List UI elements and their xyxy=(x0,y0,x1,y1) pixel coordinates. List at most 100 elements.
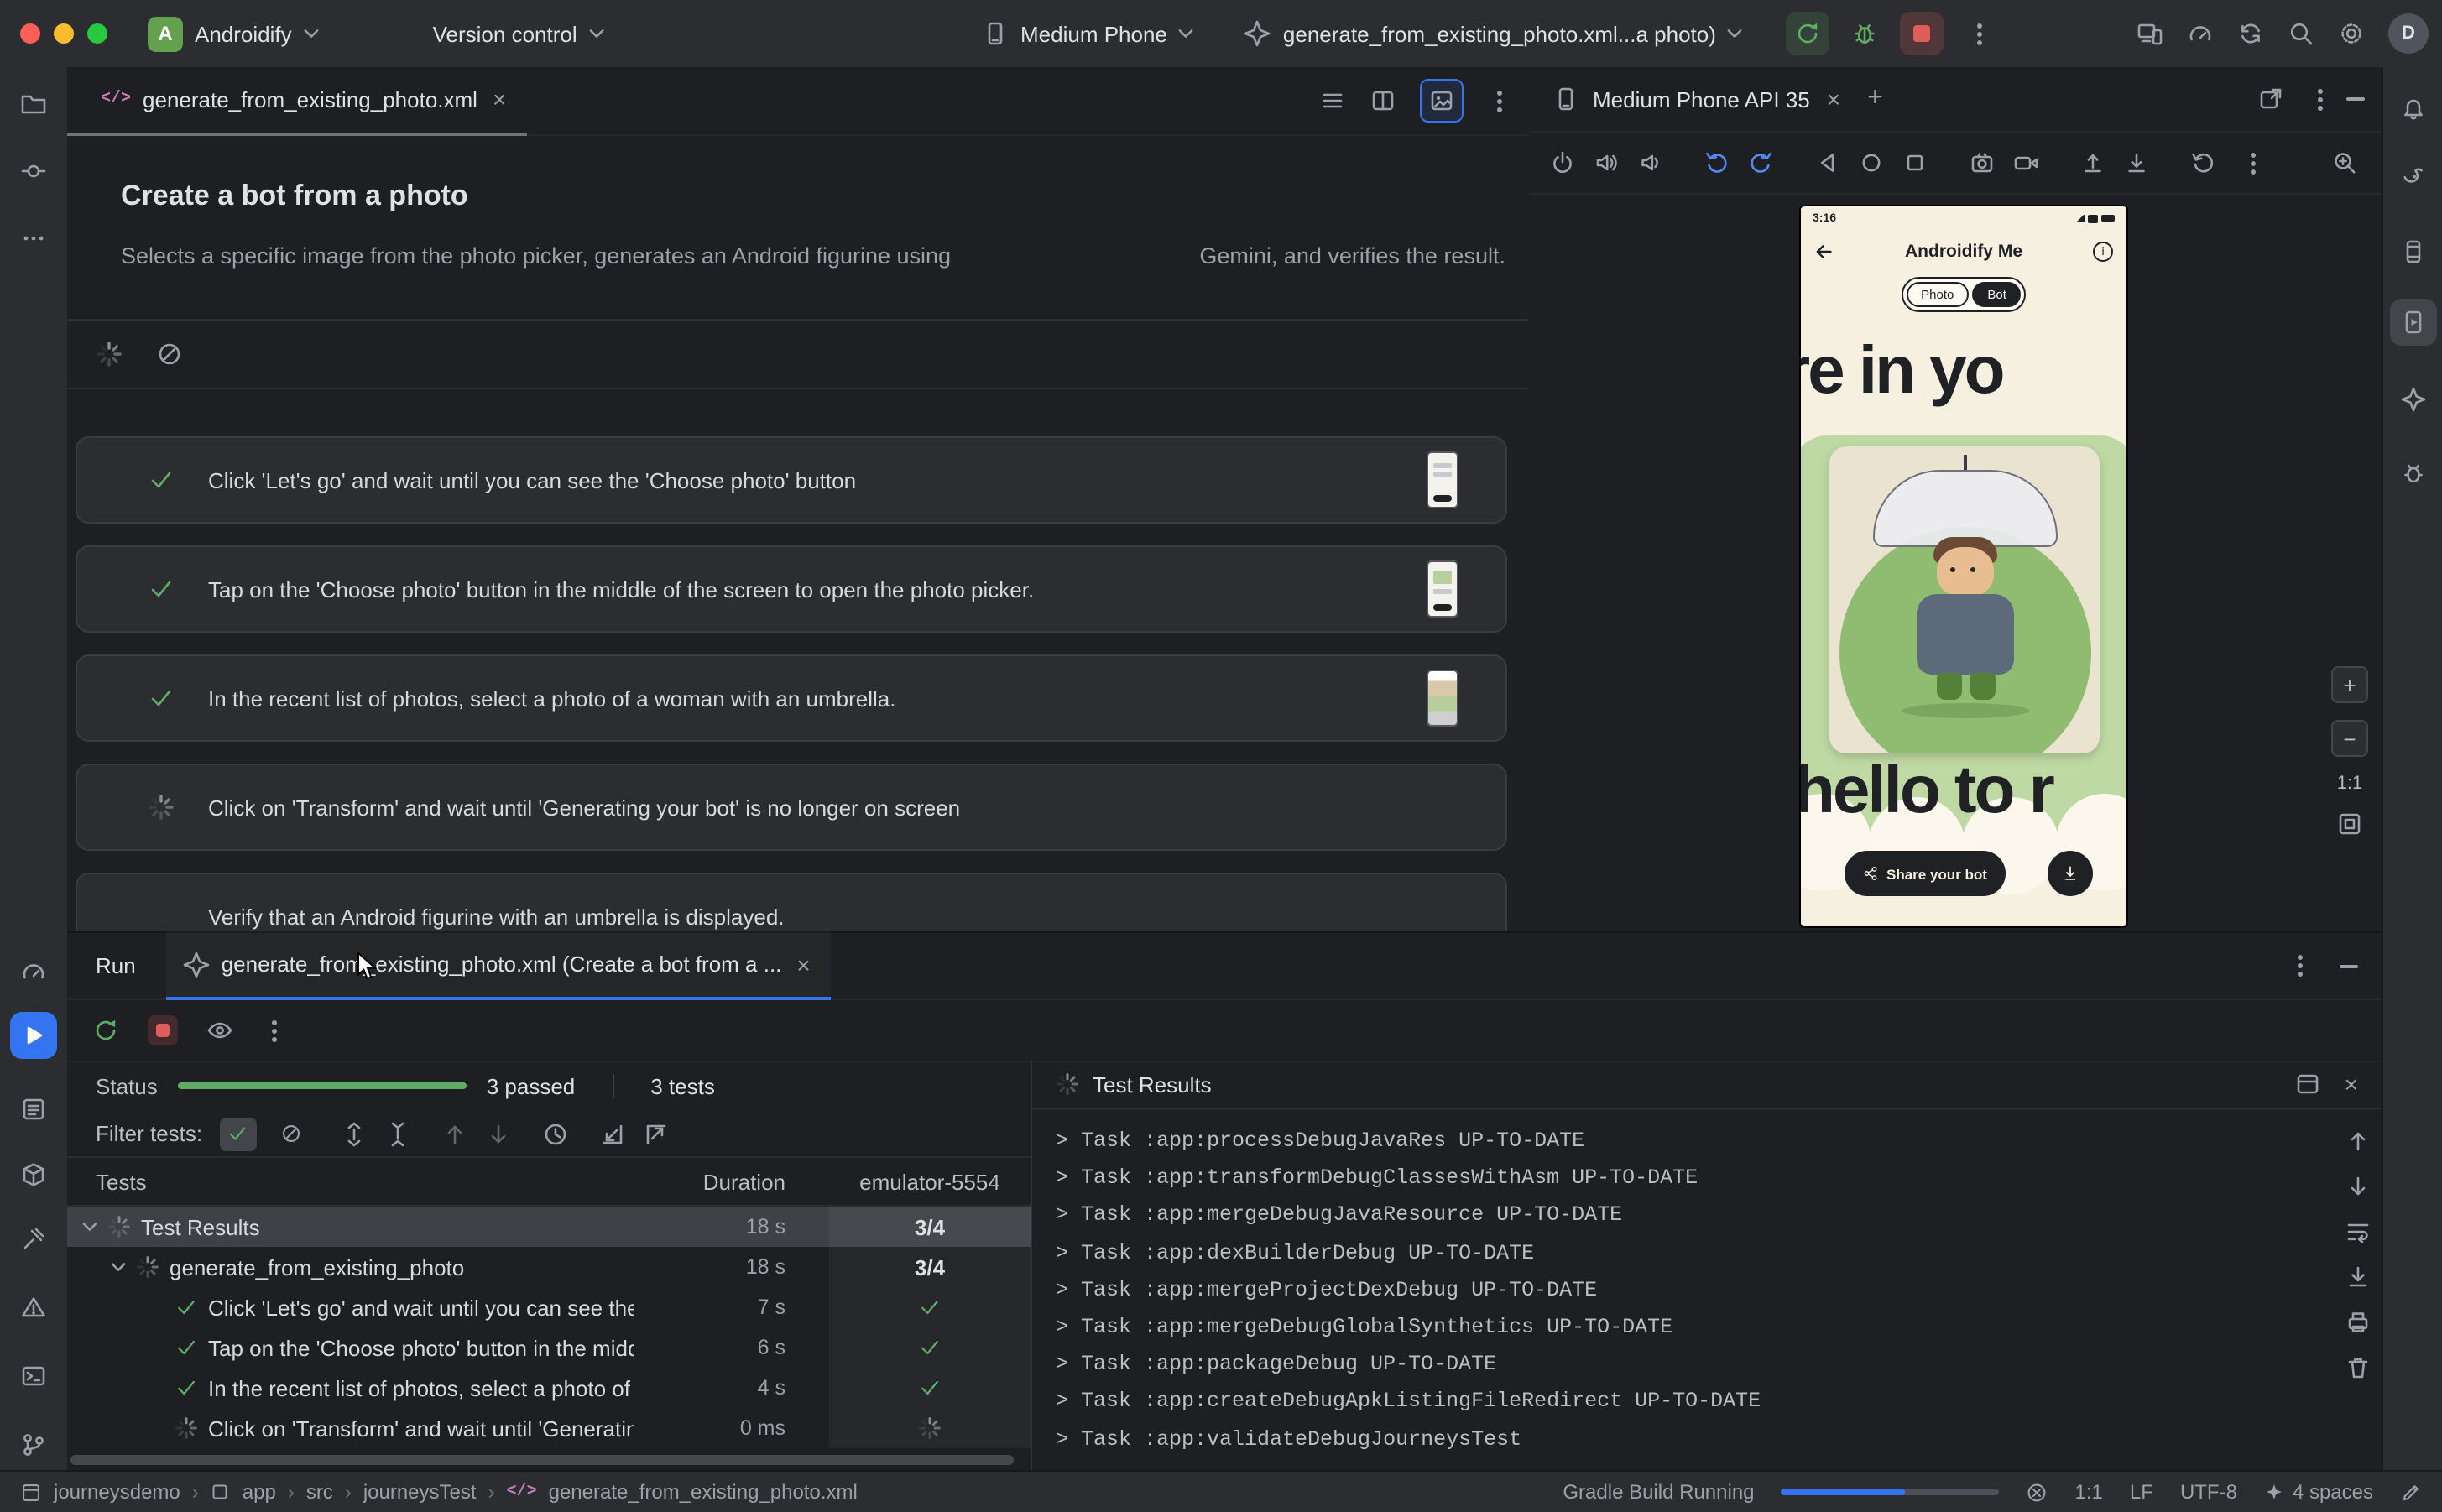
logcat-tool-button[interactable] xyxy=(10,1086,57,1133)
editor-split-view-icon[interactable] xyxy=(1370,87,1396,114)
editor-list-view-icon[interactable] xyxy=(1319,87,1346,114)
toggle-photo-chip[interactable]: Photo xyxy=(1906,282,1969,307)
screenshot-icon[interactable] xyxy=(1969,149,1996,176)
android-home-icon[interactable] xyxy=(1858,149,1885,176)
stop-button[interactable] xyxy=(1901,12,1944,55)
notifications-tool-button[interactable] xyxy=(2390,84,2437,131)
previous-failed-icon[interactable] xyxy=(441,1120,467,1147)
stop-tests-button[interactable] xyxy=(148,1015,178,1045)
more-actions-button[interactable] xyxy=(1958,12,2001,55)
step-screenshot-thumbnail[interactable] xyxy=(1427,560,1458,618)
breadcrumb-item[interactable]: journeysTest xyxy=(363,1480,477,1504)
rotate-left-icon[interactable] xyxy=(1704,149,1730,176)
test-row[interactable]: Click on 'Transform' and wait until 'Gen… xyxy=(67,1408,1031,1448)
journey-step[interactable]: Tap on the 'Choose photo' button in the … xyxy=(76,545,1507,633)
android-overview-icon[interactable] xyxy=(1902,149,1928,176)
run-tab[interactable]: generate_from_existing_photo.xml (Create… xyxy=(166,931,831,1000)
toggle-bot-chip[interactable]: Bot xyxy=(1972,282,2022,307)
export-tests-icon[interactable] xyxy=(642,1120,669,1147)
gemini-tool-button[interactable] xyxy=(2390,376,2437,423)
vcs-widget[interactable]: Version control xyxy=(416,10,621,57)
project-selector[interactable]: A Androidify xyxy=(131,10,336,57)
horizontal-scrollbar[interactable] xyxy=(70,1455,1014,1465)
gradle-build-status[interactable]: Gradle Build Running xyxy=(1563,1480,1754,1504)
console-layout-icon[interactable] xyxy=(2294,1071,2321,1098)
cancel-build-icon[interactable] xyxy=(2027,1481,2048,1503)
expand-all-icon[interactable] xyxy=(340,1120,367,1147)
settings-gear-icon[interactable] xyxy=(2338,20,2365,47)
indent-widget[interactable]: 4 spaces xyxy=(2264,1480,2373,1504)
test-row[interactable]: In the recent list of photos, select a p… xyxy=(67,1368,1031,1408)
android-back-icon[interactable] xyxy=(1814,149,1841,176)
minimize-window-button[interactable] xyxy=(54,23,74,44)
sync-icon[interactable] xyxy=(2237,20,2264,47)
device-selector[interactable]: Medium Phone xyxy=(965,10,1211,57)
rerun-button[interactable] xyxy=(1787,12,1830,55)
scroll-to-end-icon[interactable] xyxy=(2345,1264,2372,1290)
zoom-out-button[interactable]: − xyxy=(2331,720,2368,757)
scroll-down-icon[interactable] xyxy=(2345,1173,2372,1200)
step-screenshot-thumbnail[interactable] xyxy=(1427,451,1458,508)
build-tool-button[interactable] xyxy=(10,1215,57,1262)
rerun-tests-icon[interactable] xyxy=(92,1017,119,1044)
import-tests-icon[interactable] xyxy=(598,1120,625,1147)
avatar[interactable]: D xyxy=(2388,13,2429,54)
zoom-to-fit-icon[interactable] xyxy=(2336,811,2363,837)
run-panel-more-icon[interactable] xyxy=(2298,963,2303,968)
download-icon[interactable] xyxy=(2123,149,2150,176)
gradle-tool-button[interactable] xyxy=(2390,154,2437,201)
profiler-tool-button[interactable] xyxy=(10,948,57,995)
encoding-widget[interactable]: UTF-8 xyxy=(2180,1480,2237,1504)
restart-icon[interactable] xyxy=(2190,149,2217,176)
version-control-tool-button[interactable] xyxy=(10,1421,57,1468)
volume-up-icon[interactable] xyxy=(1593,149,1620,176)
back-arrow-icon[interactable] xyxy=(1814,242,1834,262)
device-screen[interactable]: 3:16 Androidify Me i Photo Bot re in yo xyxy=(1799,205,2128,928)
maximize-window-button[interactable] xyxy=(87,23,107,44)
journey-step[interactable]: Click on 'Transform' and wait until 'Gen… xyxy=(76,764,1507,851)
write-access-pen-icon[interactable] xyxy=(2400,1481,2422,1503)
info-icon[interactable]: i xyxy=(2093,242,2113,262)
close-run-tab-icon[interactable]: × xyxy=(793,952,813,976)
editor-more-icon[interactable] xyxy=(1497,98,1502,103)
editor-tab[interactable]: </> generate_from_existing_photo.xml × xyxy=(67,67,526,136)
device-panel-more-icon[interactable] xyxy=(2318,96,2323,102)
search-icon[interactable] xyxy=(2288,20,2314,47)
console-output[interactable]: > Task :app:processDebugJavaRes UP-TO-DA… xyxy=(1032,1109,2382,1458)
volume-down-icon[interactable] xyxy=(1636,149,1663,176)
app-quality-insights-tool-button[interactable] xyxy=(2390,450,2437,497)
cancel-run-icon[interactable] xyxy=(156,341,183,368)
running-devices-tool-button[interactable] xyxy=(2390,299,2437,346)
test-row[interactable]: Tap on the 'Choose photo' button in the … xyxy=(67,1327,1031,1368)
breadcrumb-item[interactable]: journeysdemo xyxy=(54,1480,180,1504)
device-tab-label[interactable]: Medium Phone API 35 xyxy=(1593,86,1810,112)
test-history-icon[interactable] xyxy=(541,1120,568,1147)
project-tool-button[interactable] xyxy=(10,81,57,128)
packages-tool-button[interactable] xyxy=(10,1151,57,1198)
next-failed-icon[interactable] xyxy=(484,1120,511,1147)
test-row[interactable]: Click 'Let's go' and wait until you can … xyxy=(67,1287,1031,1327)
journey-step[interactable]: Click 'Let's go' and wait until you can … xyxy=(76,436,1507,524)
breadcrumb-item[interactable]: generate_from_existing_photo.xml xyxy=(549,1480,858,1504)
print-icon[interactable] xyxy=(2345,1309,2372,1336)
rotate-right-icon[interactable] xyxy=(1747,149,1774,176)
duration-column-header[interactable]: Duration xyxy=(634,1169,829,1194)
zoom-in-button[interactable]: + xyxy=(2331,666,2368,703)
close-device-tab-icon[interactable]: × xyxy=(1824,87,1844,111)
show-passed-icon[interactable] xyxy=(206,1017,233,1044)
caret-position-widget[interactable]: 1:1 xyxy=(2075,1480,2103,1504)
device-mirroring-icon[interactable] xyxy=(2137,20,2163,47)
chevron-expanded-icon[interactable] xyxy=(111,1262,126,1272)
journey-step[interactable]: In the recent list of photos, select a p… xyxy=(76,654,1507,742)
problems-tool-button[interactable] xyxy=(10,1284,57,1331)
more-tool-windows-button[interactable] xyxy=(10,215,57,262)
device-column-header[interactable]: emulator-5554 xyxy=(829,1169,1031,1194)
close-console-icon[interactable]: × xyxy=(2341,1072,2361,1096)
test-row-suite[interactable]: generate_from_existing_photo 18 s 3/4 xyxy=(67,1247,1031,1287)
add-device-tab-button[interactable]: + xyxy=(1867,84,1883,114)
run-toolbar-more-icon[interactable] xyxy=(272,1028,277,1033)
terminal-tool-button[interactable] xyxy=(10,1353,57,1400)
step-screenshot-thumbnail[interactable] xyxy=(1427,670,1458,727)
line-ending-widget[interactable]: LF xyxy=(2130,1480,2153,1504)
run-configuration-selector[interactable]: generate_from_existing_photo.xml...a pho… xyxy=(1228,10,1760,57)
